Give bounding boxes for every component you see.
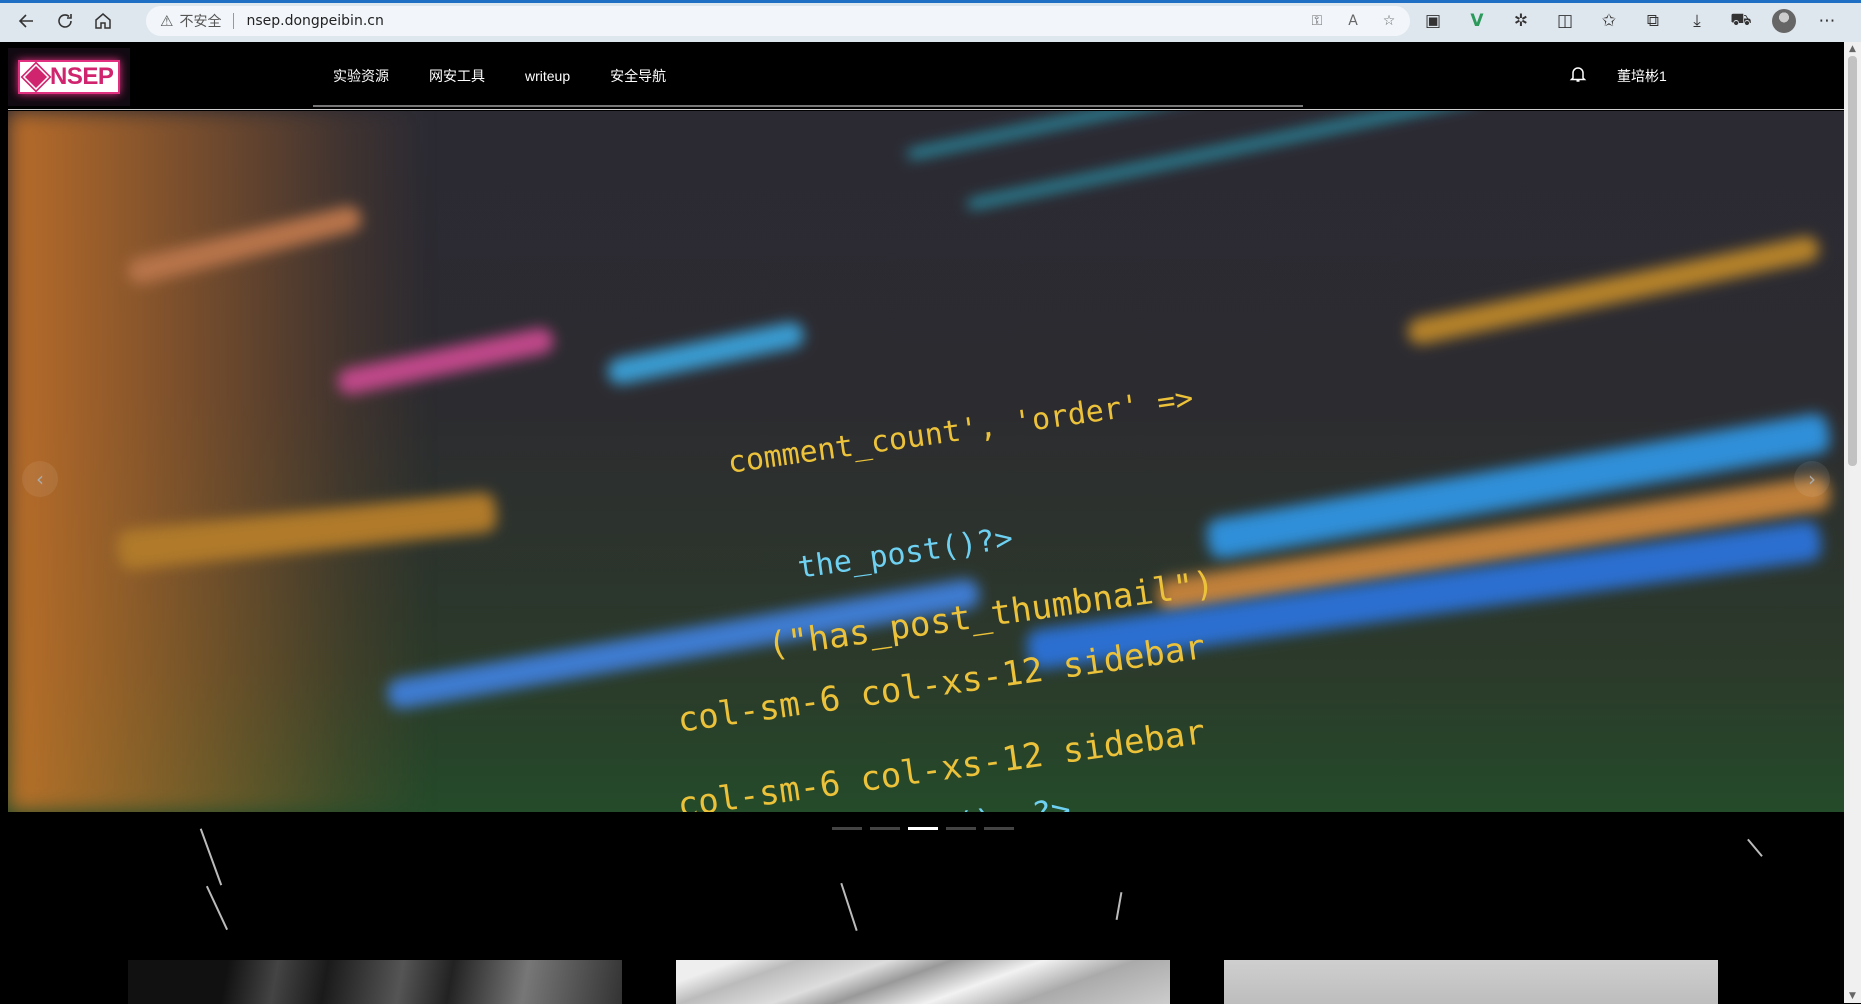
home-button[interactable]: [84, 2, 122, 40]
warning-icon: ⚠: [160, 12, 174, 30]
carousel-indicator[interactable]: [946, 827, 976, 830]
insecure-label: 不安全: [179, 14, 222, 30]
logo-text: NSEP: [50, 63, 114, 90]
key-icon[interactable]: ⚿: [1308, 10, 1326, 32]
page-viewport: NSEP 实验资源 网安工具 writeup 安全导航 董培彬1 comment…: [8, 42, 1844, 1004]
carousel-indicator[interactable]: [984, 827, 1014, 830]
nav-item-lab-resources[interactable]: 实验资源: [313, 66, 409, 86]
extension-game-icon[interactable]: ▣: [1420, 6, 1446, 36]
favorite-star-icon[interactable]: ☆: [1380, 10, 1398, 32]
browser-toolbar: ⚠ 不安全 nsep.dongpeibin.cn ⚿ A ☆ ▣ V ✲ ◫ ✩…: [0, 0, 1861, 42]
feature-card-image[interactable]: [1224, 960, 1718, 1004]
carousel-indicators: [832, 827, 1014, 830]
user-name[interactable]: 董培彬1: [1617, 66, 1667, 86]
extension-car-icon[interactable]: ⛟: [1728, 6, 1754, 36]
nav-item-security-navigation[interactable]: 安全导航: [590, 66, 686, 86]
scroll-up-icon[interactable]: ▲: [1847, 44, 1858, 54]
address-separator: [233, 13, 235, 29]
vue-devtools-icon[interactable]: V: [1464, 6, 1490, 36]
nav-item-writeup[interactable]: writeup: [505, 68, 590, 84]
page-scrollbar[interactable]: ▲ ▼: [1844, 42, 1861, 1003]
main-nav: 实验资源 网安工具 writeup 安全导航: [313, 42, 686, 110]
hero-streak: [1405, 233, 1822, 347]
logo-mark-icon: [20, 61, 52, 93]
decorative-line: [1115, 892, 1122, 920]
downloads-icon[interactable]: ⤓: [1684, 6, 1710, 36]
nav-underline: [313, 105, 1303, 107]
address-bar-actions: ⚿ A ☆: [1308, 10, 1398, 32]
more-menu-icon[interactable]: ⋯: [1814, 6, 1840, 36]
profile-avatar-icon[interactable]: [1772, 9, 1796, 33]
carousel-indicator-active[interactable]: [908, 827, 938, 830]
feature-card-image[interactable]: [676, 960, 1170, 1004]
scrollbar-thumb[interactable]: [1848, 56, 1857, 466]
carousel-indicator[interactable]: [832, 827, 862, 830]
chevron-right-icon: ›: [1808, 467, 1816, 491]
hero-code-line: the_post()?>: [795, 521, 1016, 586]
scroll-down-icon[interactable]: ▼: [1847, 991, 1858, 1001]
read-aloud-icon[interactable]: A: [1344, 10, 1362, 32]
notification-bell-icon[interactable]: [1568, 64, 1588, 84]
url-text[interactable]: nsep.dongpeibin.cn: [246, 13, 383, 29]
favorites-icon[interactable]: ✩: [1596, 6, 1622, 36]
extensions-puzzle-icon[interactable]: ✲: [1508, 6, 1534, 36]
hero-code-line: comment_count', 'order' =>: [725, 380, 1196, 481]
carousel-next-button[interactable]: ›: [1794, 461, 1830, 497]
extensions-bar: ▣ V ✲ ◫ ✩ ⧉ ⤓ ⛟ ⋯: [1420, 6, 1840, 36]
hero-carousel: comment_count', 'order' => the_post()?> …: [8, 111, 1844, 812]
nav-item-security-tools[interactable]: 网安工具: [409, 66, 505, 86]
carousel-indicator[interactable]: [870, 827, 900, 830]
decorative-line: [199, 828, 222, 886]
decorative-line: [1747, 839, 1763, 857]
address-bar[interactable]: ⚠ 不安全 nsep.dongpeibin.cn ⚿ A ☆: [146, 6, 1410, 36]
chevron-left-icon: ‹: [36, 467, 44, 491]
logo-link[interactable]: NSEP: [8, 48, 130, 106]
feature-card-image[interactable]: [128, 960, 622, 1004]
home-icon: [95, 13, 111, 29]
decorative-line: [205, 885, 228, 931]
carousel-prev-button[interactable]: ‹: [22, 461, 58, 497]
split-screen-icon[interactable]: ◫: [1552, 6, 1578, 36]
hero-streak: [605, 319, 807, 387]
back-button[interactable]: [8, 2, 46, 40]
back-arrow-icon: [18, 14, 33, 28]
decorative-line: [840, 882, 858, 932]
hero-glow: [8, 111, 428, 812]
reload-icon: [58, 14, 72, 28]
logo: NSEP: [18, 60, 120, 94]
collections-icon[interactable]: ⧉: [1640, 6, 1666, 36]
reload-button[interactable]: [46, 2, 84, 40]
site-header: NSEP 实验资源 网安工具 writeup 安全导航 董培彬1: [8, 42, 1844, 110]
tab-accent-line: [0, 0, 1861, 3]
